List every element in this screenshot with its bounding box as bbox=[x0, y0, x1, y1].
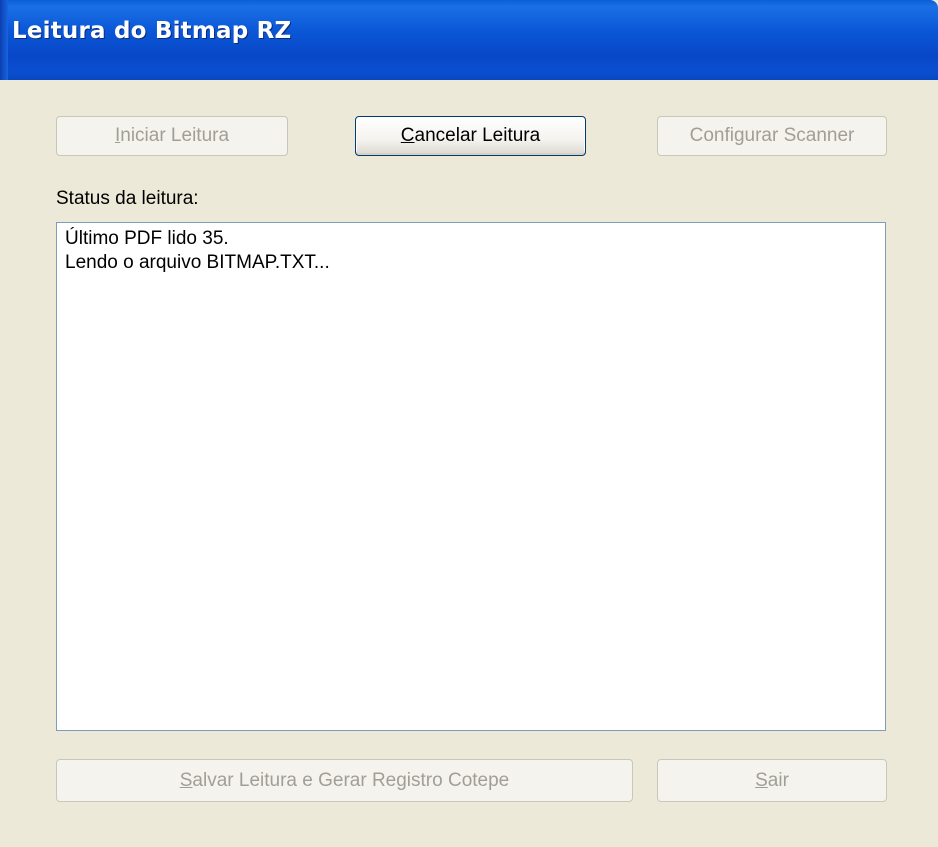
window-title: Leitura do Bitmap RZ bbox=[12, 18, 292, 44]
start-reading-button[interactable]: Iniciar Leitura bbox=[56, 116, 288, 156]
exit-mnemonic: S bbox=[755, 769, 768, 791]
exit-button[interactable]: Sair bbox=[657, 759, 887, 802]
status-listbox[interactable]: Último PDF lido 35. Lendo o arquivo BITM… bbox=[56, 222, 886, 731]
cancel-reading-button[interactable]: Cancelar Leitura bbox=[355, 116, 586, 156]
save-and-generate-button[interactable]: Salvar Leitura e Gerar Registro Cotepe bbox=[56, 759, 633, 802]
dialog-body: Iniciar Leitura Cancelar Leitura Configu… bbox=[8, 80, 938, 847]
save-mnemonic: S bbox=[179, 769, 193, 791]
dialog-window: Leitura do Bitmap RZ Iniciar Leitura Can… bbox=[0, 0, 938, 847]
status-line: Último PDF lido 35. bbox=[65, 228, 229, 249]
cancel-reading-mnemonic: C bbox=[400, 125, 415, 146]
configure-scanner-label: Configurar Scanner bbox=[689, 125, 855, 146]
title-bar-edge bbox=[0, 0, 8, 80]
exit-label: air bbox=[767, 769, 789, 791]
cancel-reading-label: ancelar Leitura bbox=[414, 125, 541, 146]
title-bar[interactable]: Leitura do Bitmap RZ bbox=[0, 0, 938, 80]
status-heading: Status da leitura: bbox=[56, 188, 199, 209]
configure-scanner-button[interactable]: Configurar Scanner bbox=[657, 116, 887, 156]
status-line: Lendo o arquivo BITMAP.TXT... bbox=[65, 252, 330, 273]
save-label: alvar Leitura e Gerar Registro Cotepe bbox=[192, 769, 510, 791]
start-reading-label: niciar Leitura bbox=[120, 125, 230, 146]
